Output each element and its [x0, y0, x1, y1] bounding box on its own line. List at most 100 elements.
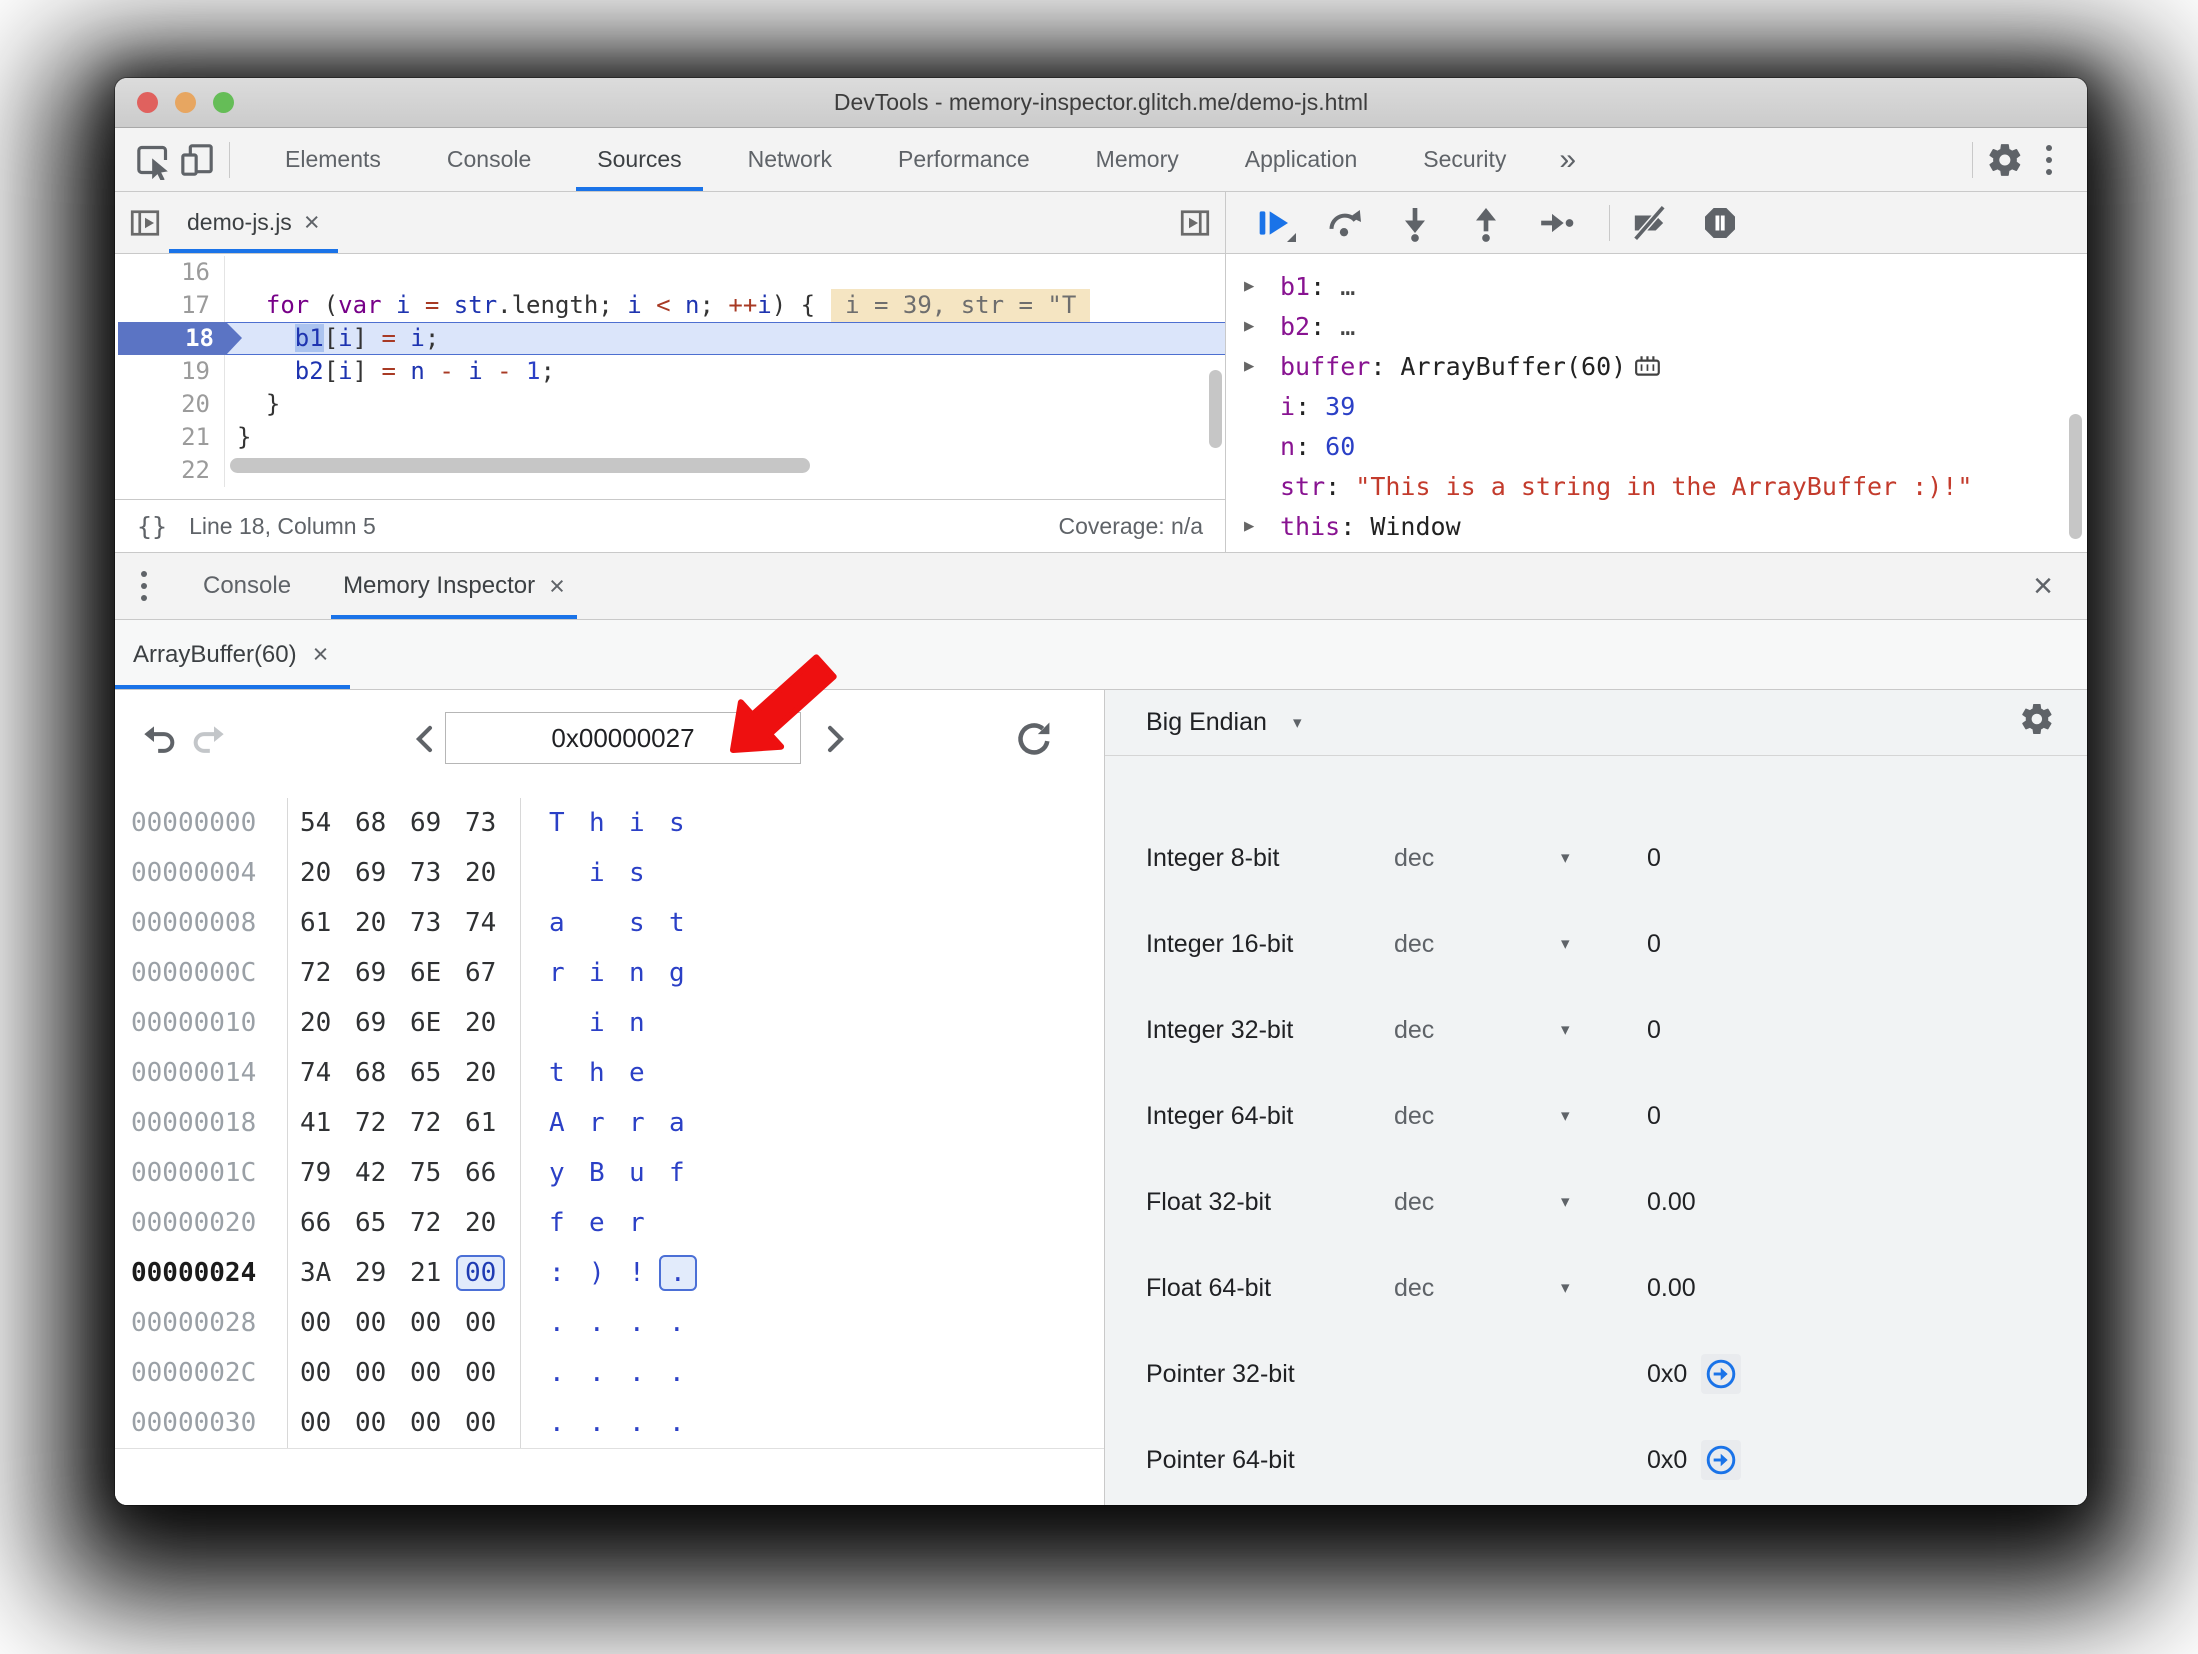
memory-ascii-char[interactable]: s — [669, 808, 709, 838]
memory-ascii-char[interactable]: T — [549, 808, 589, 838]
disclosure-triangle-icon[interactable]: ▶ — [1244, 516, 1280, 536]
vertical-scrollbar[interactable] — [1209, 370, 1222, 448]
drawer-tab-console[interactable]: Console — [177, 553, 317, 619]
memory-byte[interactable]: 66 — [300, 1208, 355, 1238]
memory-ascii-char[interactable]: A — [549, 1108, 589, 1138]
memory-byte[interactable]: 72 — [410, 1108, 465, 1138]
memory-ascii-char[interactable]: f — [669, 1158, 709, 1188]
memory-byte[interactable]: 29 — [355, 1258, 410, 1288]
memory-ascii-char[interactable]: i — [629, 808, 669, 838]
memory-ascii-char[interactable]: h — [589, 808, 629, 838]
memory-byte[interactable]: 61 — [300, 908, 355, 938]
memory-byte[interactable]: 00 — [300, 1358, 355, 1388]
memory-ascii-char[interactable]: . — [629, 1358, 669, 1388]
file-tab-demo-js[interactable]: demo-js.js × — [169, 192, 338, 253]
buffer-tab-arraybuffer[interactable]: ArrayBuffer(60) × — [115, 620, 351, 689]
tab-memory[interactable]: Memory — [1063, 128, 1212, 191]
scope-row[interactable]: ▶ b2: … — [1226, 306, 2087, 346]
customize-menu-dots-icon[interactable] — [2027, 138, 2071, 182]
pause-on-exceptions-icon[interactable] — [1691, 201, 1749, 245]
memory-byte[interactable]: 00 — [355, 1308, 410, 1338]
tab-elements[interactable]: Elements — [252, 128, 414, 191]
resume-script-icon[interactable] — [1244, 201, 1302, 245]
memory-byte[interactable]: 54 — [300, 808, 355, 838]
scope-row[interactable]: str: "This is a string in the ArrayBuffe… — [1226, 466, 2087, 506]
close-file-tab-icon[interactable]: × — [304, 209, 320, 236]
memory-ascii-char[interactable] — [669, 858, 709, 888]
memory-ascii-char[interactable]: . — [629, 1308, 669, 1338]
memory-ascii-char[interactable]: a — [669, 1108, 709, 1138]
memory-byte[interactable]: 00 — [410, 1358, 465, 1388]
memory-byte[interactable]: 65 — [355, 1208, 410, 1238]
memory-byte[interactable]: 69 — [355, 858, 410, 888]
memory-byte[interactable]: 6E — [410, 1008, 465, 1038]
memory-ascii-char[interactable]: . — [549, 1308, 589, 1338]
zoom-window-button[interactable] — [213, 92, 234, 113]
memory-byte[interactable]: 74 — [465, 908, 520, 938]
memory-byte[interactable]: 00 — [465, 1308, 520, 1338]
step-out-icon[interactable] — [1457, 201, 1515, 245]
tab-console[interactable]: Console — [414, 128, 564, 191]
memory-ascii-char[interactable]: n — [629, 1008, 669, 1038]
memory-ascii-char[interactable]: . — [669, 1308, 709, 1338]
memory-ascii-char[interactable] — [589, 908, 629, 938]
open-file-panel-icon[interactable] — [1175, 203, 1215, 243]
line-number[interactable]: 18 — [115, 322, 242, 355]
memory-ascii-char[interactable]: B — [589, 1158, 629, 1188]
memory-ascii-char[interactable]: r — [549, 958, 589, 988]
disclosure-triangle-icon[interactable]: ▶ — [1244, 356, 1280, 376]
jump-to-pointer-icon[interactable] — [1701, 1440, 1742, 1480]
tab-security[interactable]: Security — [1390, 128, 1539, 191]
memory-byte[interactable]: 20 — [300, 1008, 355, 1038]
memory-byte[interactable]: 72 — [300, 958, 355, 988]
device-toolbar-icon[interactable] — [175, 138, 219, 182]
more-panels-button[interactable]: » — [1539, 143, 1596, 177]
memory-byte[interactable]: 69 — [355, 1008, 410, 1038]
step-icon[interactable] — [1528, 201, 1586, 245]
memory-ascii-char[interactable]: i — [589, 958, 629, 988]
memory-byte[interactable]: 69 — [410, 808, 465, 838]
memory-ascii-char[interactable] — [549, 858, 589, 888]
memory-ascii-char[interactable]: t — [549, 1058, 589, 1088]
memory-byte[interactable]: 41 — [300, 1108, 355, 1138]
memory-byte[interactable]: 20 — [465, 1208, 520, 1238]
scope-row[interactable]: i: 39 — [1226, 386, 2087, 426]
memory-ascii-char[interactable]: g — [669, 958, 709, 988]
memory-ascii-char[interactable]: s — [629, 908, 669, 938]
tab-performance[interactable]: Performance — [865, 128, 1063, 191]
memory-ascii-char[interactable]: s — [629, 858, 669, 888]
format-select[interactable]: dec — [1394, 930, 1561, 959]
memory-ascii-char[interactable]: ) — [589, 1258, 629, 1288]
disclosure-triangle-icon[interactable]: ▶ — [1244, 276, 1280, 296]
memory-ascii-char[interactable]: t — [669, 908, 709, 938]
memory-ascii-char[interactable]: e — [629, 1058, 669, 1088]
memory-ascii-char[interactable]: a — [549, 908, 589, 938]
scope-row[interactable]: n: 60 — [1226, 426, 2087, 466]
format-select[interactable]: dec — [1394, 1274, 1561, 1303]
memory-byte[interactable]: 00 — [355, 1408, 410, 1438]
memory-ascii-char[interactable]: f — [549, 1208, 589, 1238]
memory-byte[interactable]: 20 — [465, 858, 520, 888]
memory-byte[interactable]: 00 — [456, 1255, 520, 1291]
endianness-select[interactable]: Big Endian — [1146, 708, 1267, 737]
tab-application[interactable]: Application — [1212, 128, 1391, 191]
tab-network[interactable]: Network — [715, 128, 865, 191]
history-forward-icon[interactable] — [189, 720, 229, 765]
memory-byte[interactable]: 75 — [410, 1158, 465, 1188]
settings-gear-icon[interactable] — [1983, 138, 2027, 182]
memory-ascii-char[interactable] — [669, 1208, 709, 1238]
previous-page-icon[interactable] — [407, 720, 445, 763]
memory-ascii-char[interactable]: i — [589, 1008, 629, 1038]
memory-ascii-char[interactable]: . — [589, 1358, 629, 1388]
memory-byte[interactable]: 00 — [410, 1308, 465, 1338]
memory-byte[interactable]: 00 — [465, 1358, 520, 1388]
memory-ascii-char[interactable] — [669, 1008, 709, 1038]
memory-byte[interactable]: 00 — [410, 1408, 465, 1438]
memory-ascii-char[interactable]: y — [549, 1158, 589, 1188]
memory-byte[interactable]: 61 — [465, 1108, 520, 1138]
format-select[interactable]: dec — [1394, 1188, 1561, 1217]
memory-byte[interactable]: 79 — [300, 1158, 355, 1188]
memory-byte[interactable]: 66 — [465, 1158, 520, 1188]
memory-ascii-char[interactable]: u — [629, 1158, 669, 1188]
line-number[interactable]: 21 — [115, 421, 225, 454]
